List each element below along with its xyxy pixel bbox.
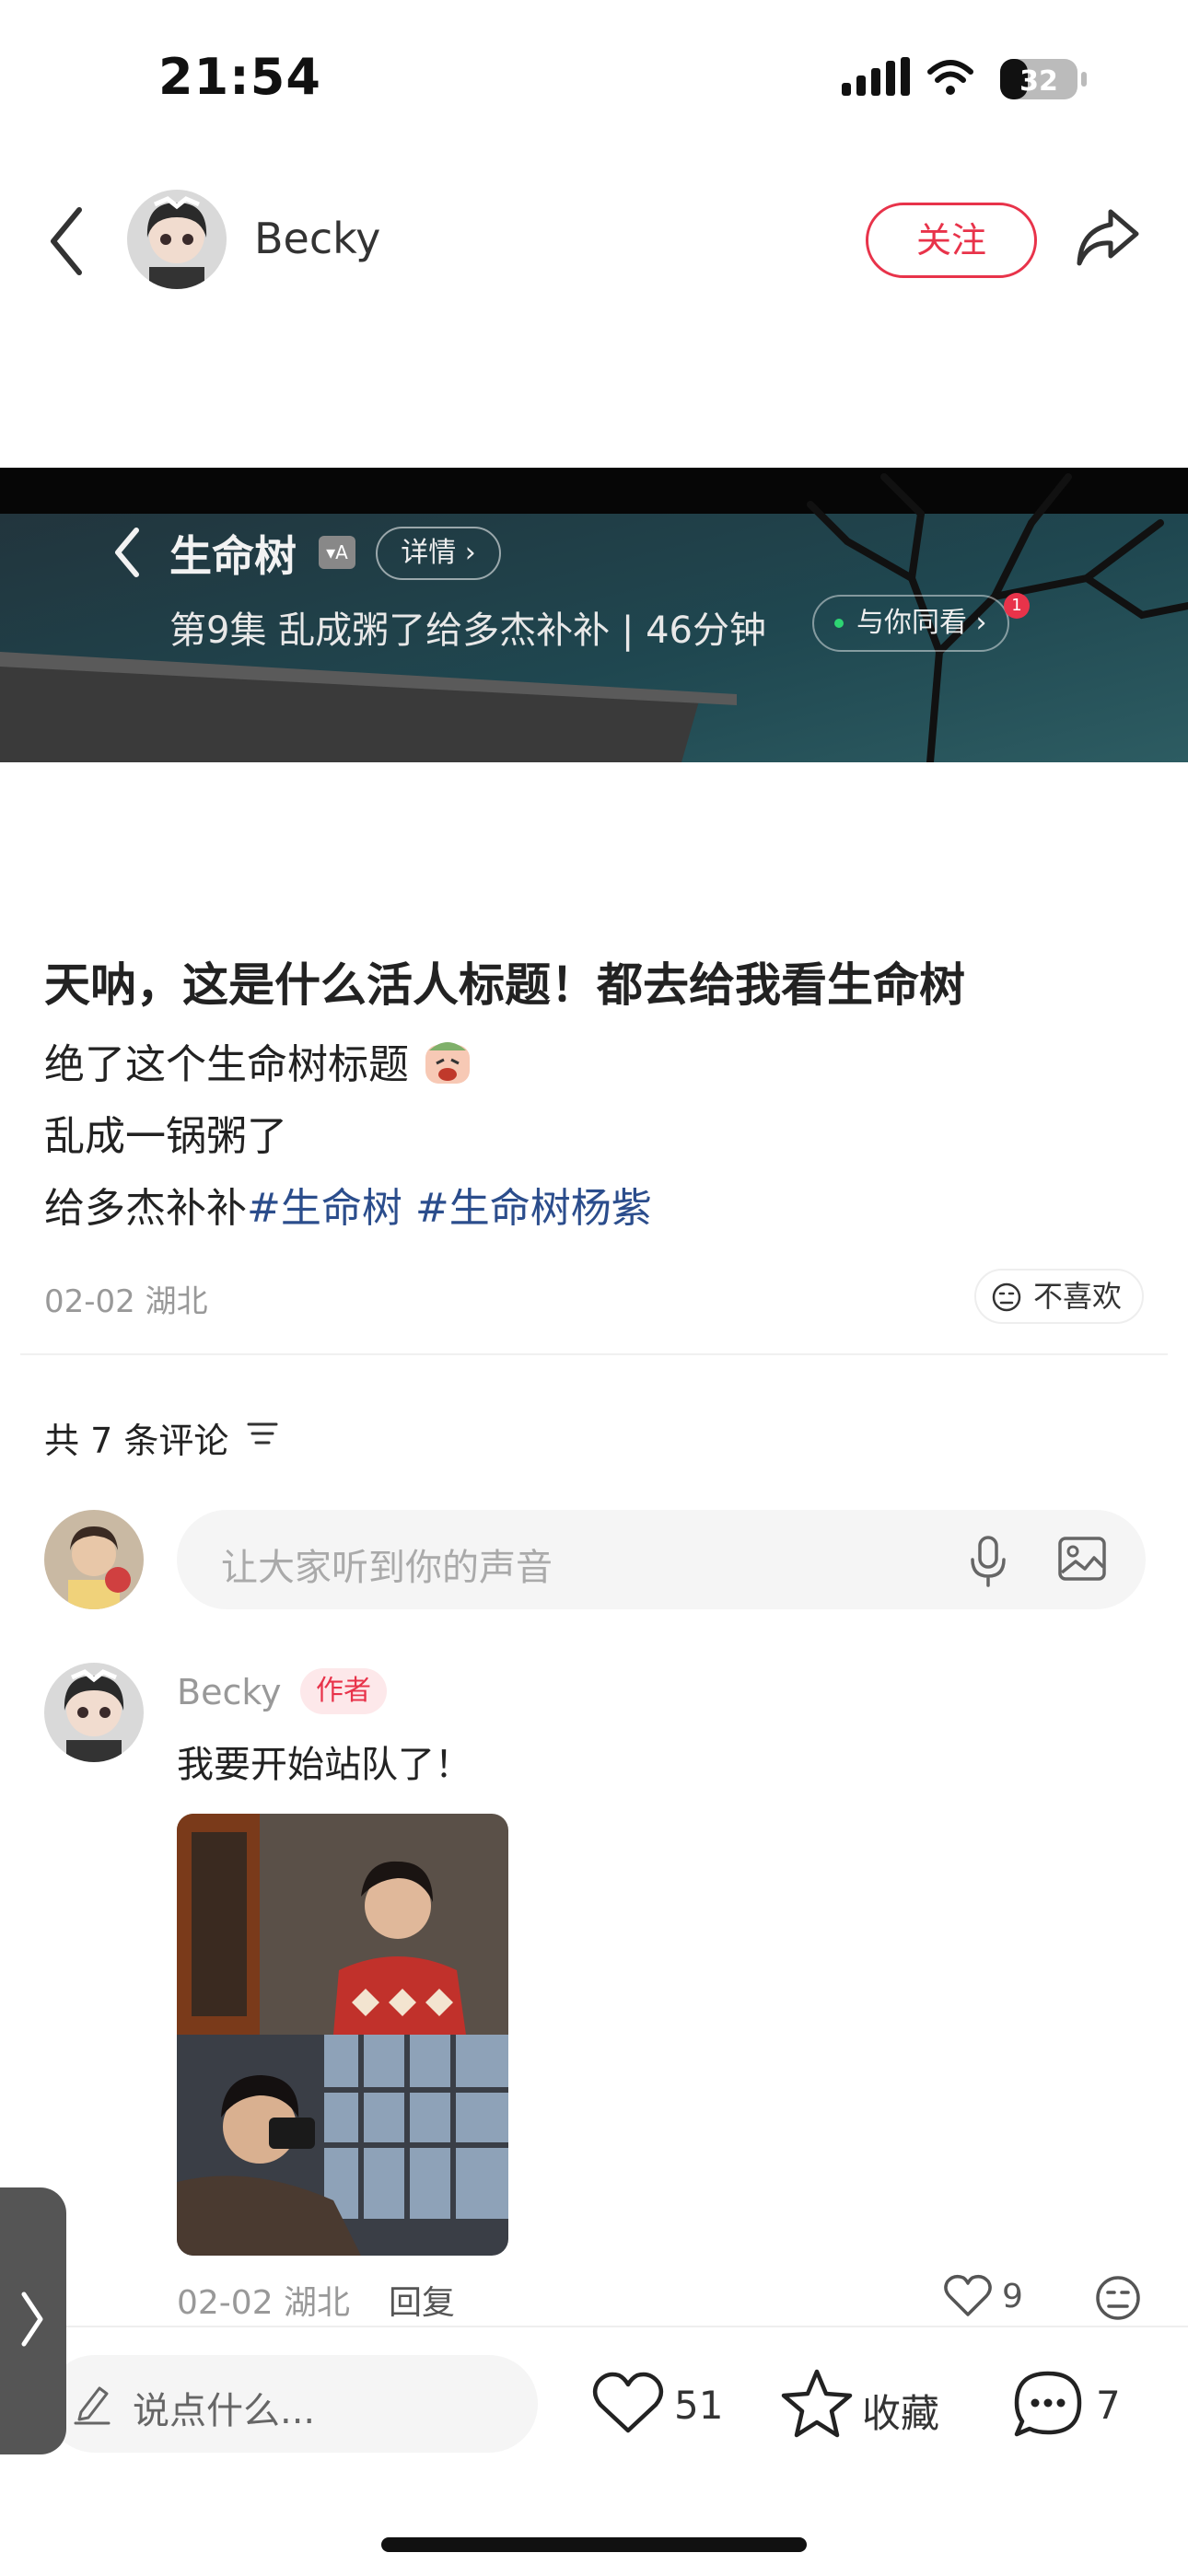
author-tag-badge: 作者 — [300, 1668, 387, 1714]
comment-author-name[interactable]: Becky — [177, 1672, 281, 1712]
author-name[interactable]: Becky — [254, 214, 380, 263]
post-title: 天呐，这是什么活人标题！都去给我看生命树 — [44, 958, 965, 1012]
comment-total-count: 7 — [1096, 2383, 1121, 2428]
status-icons: 32 — [842, 57, 1087, 99]
author-avatar[interactable] — [127, 190, 227, 289]
wifi-icon — [927, 60, 973, 83]
microphone-icon[interactable] — [967, 1534, 1009, 1587]
crying-emoji-icon — [425, 1042, 470, 1084]
back-icon[interactable] — [44, 204, 90, 278]
comment-text: 我要开始站队了！ — [177, 1744, 472, 1786]
say-something-placeholder[interactable]: 说点什么... — [133, 2381, 315, 2434]
post-line-1: 绝了这个生命树标题 — [44, 1031, 473, 1090]
my-avatar[interactable] — [44, 1510, 144, 1609]
collect-label[interactable]: 收藏 — [862, 2383, 939, 2439]
comment-count: 共 7 条评论 — [44, 1421, 229, 1461]
neutral-face-icon — [992, 1282, 1021, 1312]
neutral-face-icon[interactable] — [1094, 2274, 1142, 2322]
heart-icon[interactable] — [591, 2370, 665, 2436]
banner-back-icon — [115, 528, 139, 577]
comment-like-count: 9 — [1002, 2278, 1023, 2315]
post-line-2: 乱成一锅粥了 — [44, 1113, 287, 1160]
cellular-signal-icon — [842, 57, 910, 96]
like-count: 51 — [674, 2383, 724, 2428]
online-dot-icon — [834, 619, 844, 628]
chat-bubble-icon[interactable] — [1011, 2368, 1085, 2440]
hashtag-link[interactable]: #生命树杨紫 — [415, 1185, 652, 1232]
home-indicator — [381, 2537, 807, 2552]
banner-badge: ▾A — [319, 536, 355, 569]
follow-button[interactable]: 关注 — [866, 203, 1037, 278]
pen-icon — [74, 2386, 111, 2425]
sort-icon[interactable] — [247, 1420, 278, 1447]
comment-image[interactable] — [177, 1814, 508, 2256]
status-time: 21:54 — [158, 48, 321, 106]
banner-title: 生命树 — [169, 531, 297, 581]
banner-subtitle: 第9集 乱成粥了给多杰补补 | 46分钟 — [169, 609, 766, 652]
post-date-location: 02-02 湖北 — [44, 1283, 208, 1320]
chevron-right-icon — [21, 2292, 43, 2347]
banner-detail-label: 详情 › — [376, 527, 501, 580]
comment-date-location: 02-02 湖北 — [177, 2284, 351, 2322]
comment-avatar[interactable] — [44, 1663, 144, 1762]
post-line-3: 给多杰补补#生命树 #生命树杨紫 — [44, 1185, 652, 1232]
heart-icon[interactable] — [943, 2272, 993, 2318]
divider — [20, 1353, 1168, 1355]
reply-button[interactable]: 回复 — [389, 2276, 455, 2324]
hashtag-link[interactable]: #生命树 — [247, 1185, 402, 1232]
battery-icon: 32 — [1000, 59, 1087, 99]
banner-watch-badge: 1 — [1004, 593, 1030, 619]
share-icon[interactable] — [1074, 204, 1142, 269]
star-icon[interactable] — [779, 2368, 855, 2440]
svg-text:32: 32 — [1019, 65, 1058, 98]
comment-input-placeholder[interactable]: 让大家听到你的声音 — [221, 1537, 553, 1591]
image-icon[interactable] — [1057, 1536, 1107, 1582]
